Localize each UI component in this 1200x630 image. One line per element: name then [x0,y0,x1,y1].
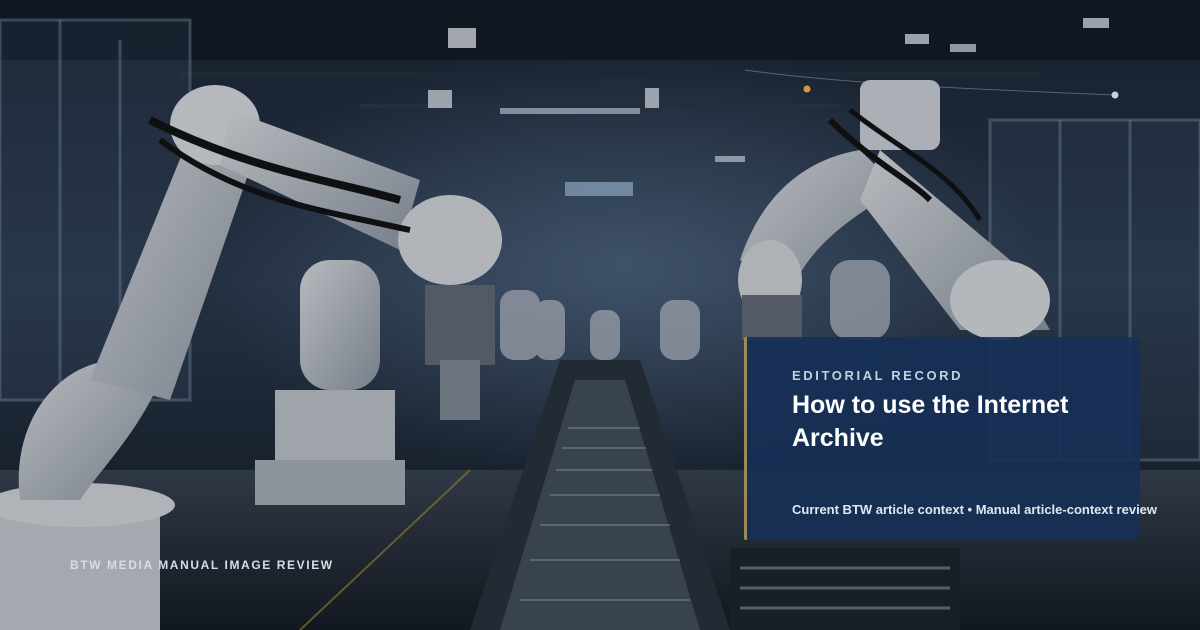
card-meta: Current BTW article context • Manual art… [792,502,1158,517]
grey-dot [1111,91,1119,99]
orange-dot [803,85,811,93]
editorial-card: EDITORIAL RECORD How to use the Internet… [744,337,1157,540]
card-title: How to use the Internet Archive [792,391,1069,452]
card-kicker: EDITORIAL RECORD [792,368,964,383]
review-watermark: BTW MEDIA MANUAL IMAGE REVIEW [70,558,334,572]
